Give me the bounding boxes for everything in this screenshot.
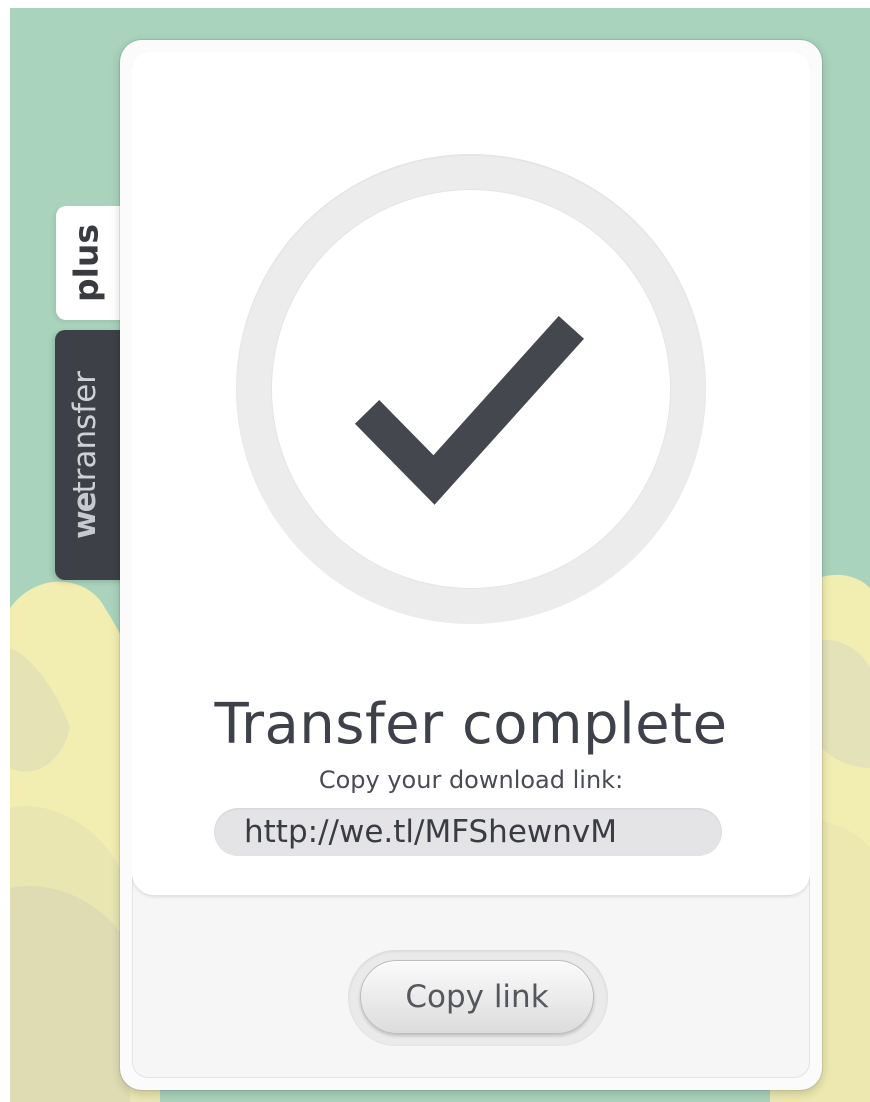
transfer-complete-panel: Transfer complete Copy your download lin… — [120, 40, 822, 1090]
status-subtitle: Copy your download link: — [318, 766, 624, 794]
wetransfer-logo-prefix: we — [67, 493, 103, 540]
copy-button-well: Copy link — [348, 950, 608, 1046]
success-badge-disc — [272, 190, 670, 588]
copy-link-button[interactable]: Copy link — [360, 960, 594, 1034]
screen: plus wetransfer Transfer complete Copy y… — [0, 0, 870, 1102]
panel-body: Transfer complete Copy your download lin… — [132, 52, 810, 1078]
wetransfer-logo: wetransfer — [67, 371, 103, 539]
checkmark-icon — [354, 315, 585, 505]
success-badge — [236, 154, 706, 624]
wetransfer-logo-suffix: transfer — [67, 370, 103, 494]
plus-tab-label: plus — [66, 223, 106, 303]
panel-content: Transfer complete Copy your download lin… — [132, 52, 810, 895]
download-link-input[interactable] — [214, 808, 722, 856]
status-title: Transfer complete — [214, 692, 728, 757]
download-link-field[interactable] — [214, 808, 722, 856]
